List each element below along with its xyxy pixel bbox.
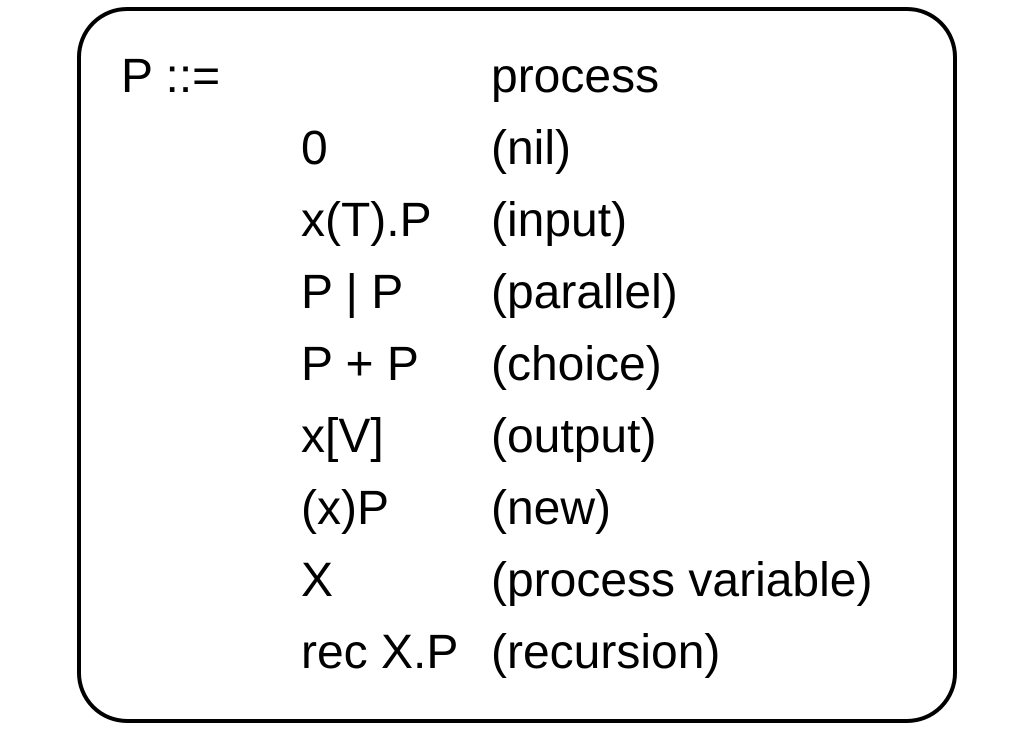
grammar-row: x[V] (output) bbox=[121, 401, 903, 473]
grammar-lhs: P ::= bbox=[121, 41, 301, 113]
grammar-production: x(T).P bbox=[301, 185, 491, 257]
grammar-description: (recursion) bbox=[491, 617, 903, 689]
grammar-row: rec X.P (recursion) bbox=[121, 617, 903, 689]
grammar-description: (nil) bbox=[491, 113, 903, 185]
grammar-production: P + P bbox=[301, 329, 491, 401]
grammar-description: process bbox=[491, 41, 903, 113]
grammar-production: X bbox=[301, 545, 491, 617]
grammar-production: (x)P bbox=[301, 473, 491, 545]
grammar-row: X (process variable) bbox=[121, 545, 903, 617]
grammar-description: (choice) bbox=[491, 329, 903, 401]
grammar-row: P ::= process bbox=[121, 41, 903, 113]
grammar-production: x[V] bbox=[301, 401, 491, 473]
grammar-description: (process variable) bbox=[491, 545, 903, 617]
grammar-description: (input) bbox=[491, 185, 903, 257]
grammar-description: (output) bbox=[491, 401, 903, 473]
grammar-production: P | P bbox=[301, 257, 491, 329]
grammar-production: 0 bbox=[301, 113, 491, 185]
grammar-row: 0 (nil) bbox=[121, 113, 903, 185]
grammar-production: rec X.P bbox=[301, 617, 491, 689]
grammar-definition-box: P ::= process 0 (nil) x(T).P (input) P |… bbox=[77, 7, 957, 723]
grammar-description: (new) bbox=[491, 473, 903, 545]
grammar-description: (parallel) bbox=[491, 257, 903, 329]
grammar-row: P + P (choice) bbox=[121, 329, 903, 401]
grammar-row: x(T).P (input) bbox=[121, 185, 903, 257]
grammar-row: (x)P (new) bbox=[121, 473, 903, 545]
grammar-row: P | P (parallel) bbox=[121, 257, 903, 329]
